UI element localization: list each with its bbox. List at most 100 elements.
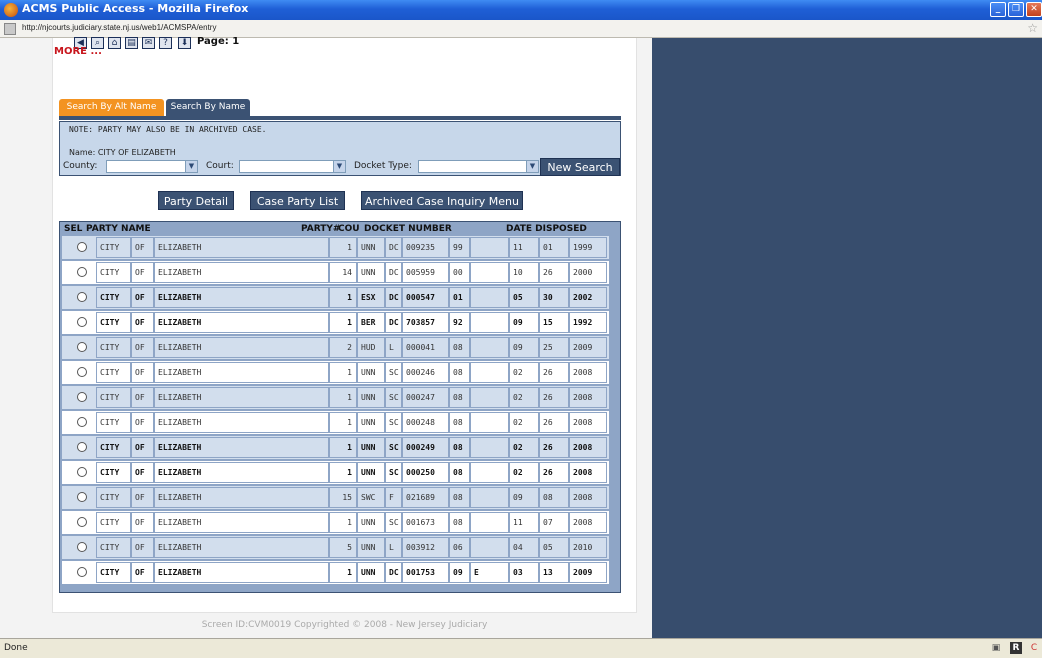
row-select-radio[interactable] <box>77 467 87 477</box>
archived-case-inquiry-button[interactable]: Archived Case Inquiry Menu <box>361 191 523 210</box>
disposed-month-cell: 11 <box>509 512 539 533</box>
party-name-last-cell: ELIZABETH <box>154 387 329 408</box>
docket-year-cell: 08 <box>449 387 470 408</box>
docket-type-select[interactable]: ▼ <box>418 160 539 173</box>
status-bar: Done ▣ R C <box>0 638 1042 658</box>
party-name-first-cell: CITY <box>96 462 131 483</box>
disposed-day-cell: 01 <box>539 237 569 258</box>
tab-search-by-name[interactable]: Search By Name <box>166 99 250 116</box>
status-text: Done <box>4 643 28 653</box>
row-select-radio[interactable] <box>77 542 87 552</box>
new-search-button[interactable]: New Search <box>540 158 620 176</box>
disposed-month-cell: 09 <box>509 312 539 333</box>
docket-type-cell: SC <box>385 387 402 408</box>
table-row[interactable]: CITY OF ELIZABETH 1 UNN DC 001753 09 E 03 13 2009 <box>62 561 609 584</box>
row-select-radio[interactable] <box>77 317 87 327</box>
party-name-first-cell: CITY <box>96 562 131 583</box>
row-select-radio[interactable] <box>77 267 87 277</box>
addon-icon-2[interactable]: C <box>1028 642 1040 654</box>
table-row[interactable]: CITY OF ELIZABETH 1 UNN SC 000250 08 02 26 2008 <box>62 461 609 484</box>
row-select-radio[interactable] <box>77 292 87 302</box>
party-detail-button[interactable]: Party Detail <box>158 191 234 210</box>
print-icon[interactable]: ▤ <box>125 37 138 49</box>
party-number-cell: 1 <box>329 237 357 258</box>
home-icon[interactable]: ⌂ <box>108 37 121 49</box>
table-row[interactable]: CITY OF ELIZABETH 1 UNN SC 000246 08 02 26 2008 <box>62 361 609 384</box>
docket-number-cell: 003912 <box>402 537 449 558</box>
disposed-month-cell: 10 <box>509 262 539 283</box>
disposed-month-cell: 04 <box>509 537 539 558</box>
case-party-list-button[interactable]: Case Party List <box>250 191 345 210</box>
disposed-year-cell: 1999 <box>569 237 607 258</box>
close-button[interactable]: ✕ <box>1026 2 1042 17</box>
addon-icon[interactable]: R <box>1010 642 1022 654</box>
browser-window: ACMS Public Access - Mozilla Firefox _ ❐… <box>0 0 1042 658</box>
table-row[interactable]: CITY OF ELIZABETH 2 HUD L 000041 08 09 25 2009 <box>62 336 609 359</box>
docket-suffix-cell <box>470 237 509 258</box>
mail-icon[interactable]: ✉ <box>142 37 155 49</box>
disposed-day-cell: 26 <box>539 437 569 458</box>
address-bar[interactable]: http://njcourts.judiciary.state.nj.us/we… <box>0 20 1042 38</box>
disposed-day-cell: 26 <box>539 412 569 433</box>
row-select-radio[interactable] <box>77 417 87 427</box>
tab-search-by-alt-name[interactable]: Search By Alt Name <box>59 99 164 116</box>
party-name-first-cell: CITY <box>96 262 131 283</box>
row-select-radio[interactable] <box>77 392 87 402</box>
disposed-year-cell: 2002 <box>569 287 607 308</box>
row-select-radio[interactable] <box>77 567 87 577</box>
party-name-first-cell: CITY <box>96 337 131 358</box>
party-name-middle-cell: OF <box>131 462 154 483</box>
table-row[interactable]: CITY OF ELIZABETH 14 UNN DC 005959 00 10 26 2000 <box>62 261 609 284</box>
table-row[interactable]: CITY OF ELIZABETH 1 UNN SC 000247 08 02 26 2008 <box>62 386 609 409</box>
table-row[interactable]: CITY OF ELIZABETH 5 UNN L 003912 06 04 05 2010 <box>62 536 609 559</box>
help-icon[interactable]: ? <box>159 37 172 49</box>
chevron-down-icon: ▼ <box>526 161 538 172</box>
minimize-button[interactable]: _ <box>990 2 1006 17</box>
row-select-radio[interactable] <box>77 342 87 352</box>
party-name-first-cell: CITY <box>96 237 131 258</box>
court-select[interactable]: ▼ <box>239 160 346 173</box>
docket-year-cell: 92 <box>449 312 470 333</box>
row-select-radio[interactable] <box>77 492 87 502</box>
url-text[interactable]: http://njcourts.judiciary.state.nj.us/we… <box>22 23 216 32</box>
table-row[interactable]: CITY OF ELIZABETH 1 UNN SC 000249 08 02 26 2008 <box>62 436 609 459</box>
row-select-radio[interactable] <box>77 517 87 527</box>
party-name-last-cell: ELIZABETH <box>154 487 329 508</box>
party-name-middle-cell: OF <box>131 262 154 283</box>
docket-number-cell: 000250 <box>402 462 449 483</box>
party-name-first-cell: CITY <box>96 362 131 383</box>
more-link[interactable]: MORE ... <box>54 46 102 57</box>
docket-year-cell: 08 <box>449 412 470 433</box>
docket-suffix-cell <box>470 462 509 483</box>
party-name-last-cell: ELIZABETH <box>154 412 329 433</box>
table-row[interactable]: CITY OF ELIZABETH 1 ESX DC 000547 01 05 30 2002 <box>62 286 609 309</box>
docket-type-cell: DC <box>385 237 402 258</box>
table-row[interactable]: CITY OF ELIZABETH 1 BER DC 703857 92 09 15 1992 <box>62 311 609 334</box>
party-name-last-cell: ELIZABETH <box>154 312 329 333</box>
disposed-day-cell: 05 <box>539 537 569 558</box>
party-name-middle-cell: OF <box>131 512 154 533</box>
maximize-button[interactable]: ❐ <box>1008 2 1024 17</box>
row-select-radio[interactable] <box>77 367 87 377</box>
table-row[interactable]: CITY OF ELIZABETH 15 SWC F 021689 08 09 08 2008 <box>62 486 609 509</box>
party-name-middle-cell: OF <box>131 437 154 458</box>
docket-year-cell: 06 <box>449 537 470 558</box>
bookmark-star-icon[interactable]: ☆ <box>1027 21 1038 35</box>
court-label: Court: <box>206 161 234 171</box>
party-name-middle-cell: OF <box>131 237 154 258</box>
disposed-year-cell: 2008 <box>569 412 607 433</box>
disposed-year-cell: 2000 <box>569 262 607 283</box>
disposed-year-cell: 2008 <box>569 437 607 458</box>
party-number-cell: 1 <box>329 362 357 383</box>
table-row[interactable]: CITY OF ELIZABETH 1 UNN SC 000248 08 02 26 2008 <box>62 411 609 434</box>
docket-type-cell: SC <box>385 412 402 433</box>
docket-number-cell: 000249 <box>402 437 449 458</box>
table-row[interactable]: CITY OF ELIZABETH 1 UNN SC 001673 08 11 07 2008 <box>62 511 609 534</box>
table-row[interactable]: CITY OF ELIZABETH 1 UNN DC 009235 99 11 01 1999 <box>62 236 609 259</box>
download-icon[interactable]: ⬇ <box>178 37 191 49</box>
row-select-radio[interactable] <box>77 242 87 252</box>
county-select[interactable]: ▼ <box>106 160 198 173</box>
docket-type-cell: SC <box>385 462 402 483</box>
results-table: SEL PARTY NAME PARTY# COU DOCKET NUMBER … <box>59 221 621 593</box>
row-select-radio[interactable] <box>77 442 87 452</box>
